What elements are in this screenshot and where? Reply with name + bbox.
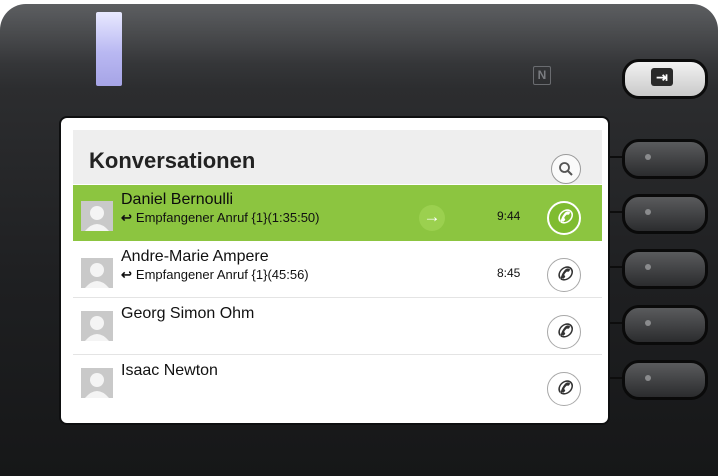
list-item[interactable]: Andre-Marie Ampere ↩ Empfangener Anruf {1… [73,242,602,298]
softkey-indicator [645,375,651,381]
contact-name: Andre-Marie Ampere [121,248,269,265]
softkey-indicator [645,154,651,160]
avatar [81,201,113,231]
incoming-call-icon: ↩ [121,267,132,282]
page-title: Konversationen [89,148,256,173]
call-detail: ↩ Empfangener Anruf {1}(45:56) [121,267,309,283]
search-icon [559,162,573,176]
list-item[interactable]: Georg Simon Ohm ✆ [73,299,602,355]
forward-button[interactable]: → [419,205,445,231]
exit-button[interactable]: ⇥ [622,59,708,99]
call-button[interactable]: ✆ [547,315,581,349]
softkey-2[interactable] [622,194,708,234]
search-button[interactable] [551,154,581,184]
softkey-1[interactable] [622,139,708,179]
phone-device: N ⇥ Konversationen Daniel Bernoulli ↩ Em… [0,4,718,476]
list-item[interactable]: Daniel Bernoulli ↩ Empfangener Anruf {1}(… [73,185,602,241]
call-button[interactable]: ✆ [547,201,581,235]
list-item[interactable]: Isaac Newton ✆ [73,356,602,412]
contact-name: Daniel Bernoulli [121,191,234,208]
phone-icon: ✆ [556,264,572,284]
divider [73,297,602,298]
call-time: 8:45 [497,266,521,280]
display-screen: Konversationen Daniel Bernoulli ↩ Empfang… [61,118,608,423]
contact-name: Georg Simon Ohm [121,305,255,322]
call-button[interactable]: ✆ [547,372,581,406]
header-bar: Konversationen [73,130,602,184]
call-detail-text: Empfangener Anruf {1}(1:35:50) [135,210,320,225]
softkey-3[interactable] [622,249,708,289]
status-led [96,12,122,86]
softkey-indicator [645,209,651,215]
call-detail-text: Empfangener Anruf {1}(45:56) [135,267,309,282]
phone-icon: ✆ [556,207,572,227]
exit-icon: ⇥ [651,68,673,86]
softkey-indicator [645,320,651,326]
avatar [81,368,113,398]
incoming-call-icon: ↩ [121,210,132,225]
contact-name: Isaac Newton [121,362,218,379]
avatar [81,258,113,288]
divider [73,354,602,355]
softkey-4[interactable] [622,305,708,345]
softkey-indicator [645,264,651,270]
call-detail: ↩ Empfangener Anruf {1}(1:35:50) [121,210,319,226]
nfc-icon: N [533,66,551,85]
avatar [81,311,113,341]
phone-icon: ✆ [556,378,572,398]
call-time: 9:44 [497,209,521,223]
phone-icon: ✆ [556,321,572,341]
softkey-5[interactable] [622,360,708,400]
call-button[interactable]: ✆ [547,258,581,292]
